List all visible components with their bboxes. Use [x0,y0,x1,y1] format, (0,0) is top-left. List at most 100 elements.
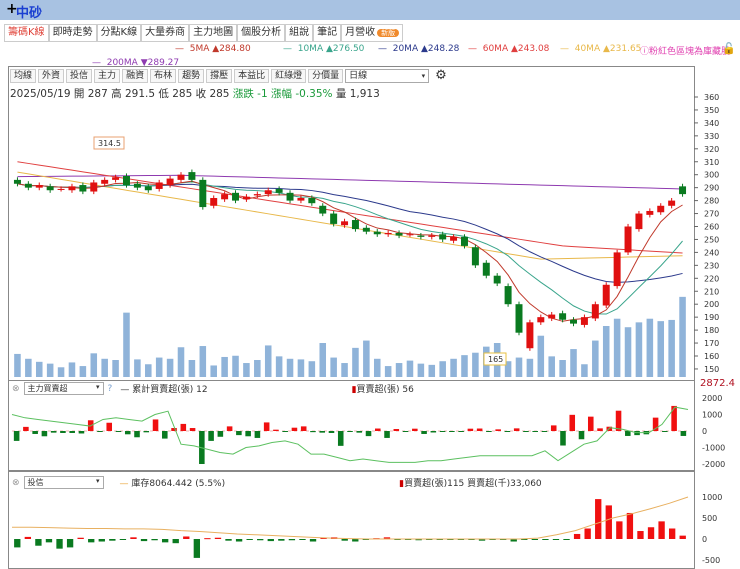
sub1-bar [13,431,20,441]
sub1-bar [662,431,668,432]
volume-bar [668,319,675,377]
bar-legend-label: 買賣超(張) [356,385,400,395]
sub2-bar [278,539,285,541]
candle-body [133,183,141,188]
volume-bar [35,361,43,377]
candle-body [232,192,240,201]
volume-bar [319,343,327,377]
sub1-bar [152,419,159,431]
candle-body [46,186,54,191]
price-tick-label: 260 [704,223,719,232]
sub1-bar [541,431,548,432]
volume-bar [679,296,686,377]
candle-body [90,182,98,192]
volume-bar [112,360,119,377]
candle-body [646,210,654,215]
sub1-bar [615,410,622,431]
candle-body [580,317,588,325]
volume-bar [145,364,152,377]
sub1-bar [273,429,279,431]
sub1-bar [532,431,538,432]
sub1-bar [97,431,103,432]
volume-bar [330,357,337,377]
price-tick-label: 310 [704,158,719,167]
sub1-line [11,406,689,463]
volume-bar [25,358,32,377]
sub1-bar [115,431,122,432]
sub2-bar [616,521,623,539]
sub1-bar [402,431,409,432]
chevron-down-icon: ▾ [96,383,100,391]
sub1-bar [513,428,520,431]
ma20-line [17,183,683,283]
candle-body [341,221,349,226]
sub1-bar [587,416,594,431]
candle-body [493,275,501,284]
sub1-bar [254,431,261,438]
sub2-bar [204,538,211,540]
sub2-bar [193,539,201,558]
sub1-bar [495,429,501,431]
candle-body [591,304,599,319]
sub2-bar [626,512,634,539]
candle-body [297,198,305,201]
sub2-bar [352,539,359,542]
price-tick-label: 180 [704,326,719,335]
volume-bar [57,367,65,377]
sub2-bar [668,528,676,539]
sub2-bar [161,539,169,543]
sub1-bar [680,431,687,436]
volume-bar [297,359,305,377]
sub1-bar [217,431,224,437]
candle-body [482,262,490,276]
candle-body [406,234,414,236]
price-tick-label: 150 [704,365,719,374]
price-tick-label: 250 [704,235,719,244]
volume-bar [613,318,621,377]
candle-body [362,227,370,232]
volume-bar [46,363,54,377]
sub1-bar [458,431,464,432]
sub2-bar [183,536,190,539]
sub1-bar [467,428,474,431]
sub2-bar [257,539,264,541]
sub1-bar [180,423,187,431]
volume-bar [373,358,381,377]
sub2-bar [288,539,296,541]
volume-bar [243,363,250,377]
price-tick-label: 300 [704,171,719,180]
sub1-bar [504,431,511,432]
volume-bar [624,327,632,377]
sub2-bar [119,539,127,540]
sub1-axis-top: 2872.4 [700,378,735,389]
sub2-bar [140,539,148,542]
sub2-bar [56,539,63,549]
sub1-bar [523,431,529,432]
volume-bar [450,358,457,377]
line-legend-label: 累計買賣超(張) [132,385,194,395]
price-tick-label: 170 [704,339,719,348]
volume-bar [101,358,108,377]
sub2-bar [66,539,74,548]
sub2-bar [214,537,222,539]
candle-body [624,226,632,253]
high-annotation: 314.5 [98,139,121,148]
volume-bar [439,361,446,377]
sub1-bar [236,431,242,436]
sub2-bar [172,539,179,544]
sub1-tick-label: -1000 [702,444,725,453]
volume-bar [646,318,654,377]
candle-body [471,247,479,266]
close-panel-icon[interactable]: ⊗ [12,384,20,394]
volume-bar [134,359,141,377]
sub2-indicator-select[interactable]: 投信 ▾ [23,476,104,489]
sub1-bar [578,431,585,440]
candle-body [330,213,338,224]
sub2-bar [563,539,570,540]
sub1-bar [310,431,316,433]
help-icon[interactable]: ? [108,384,113,394]
price-tick-label: 190 [704,313,719,322]
candle-body [450,236,458,241]
close-panel-icon[interactable]: ⊗ [12,478,20,488]
sub1-indicator-select[interactable]: 主力買賣超 ▾ [23,382,104,395]
